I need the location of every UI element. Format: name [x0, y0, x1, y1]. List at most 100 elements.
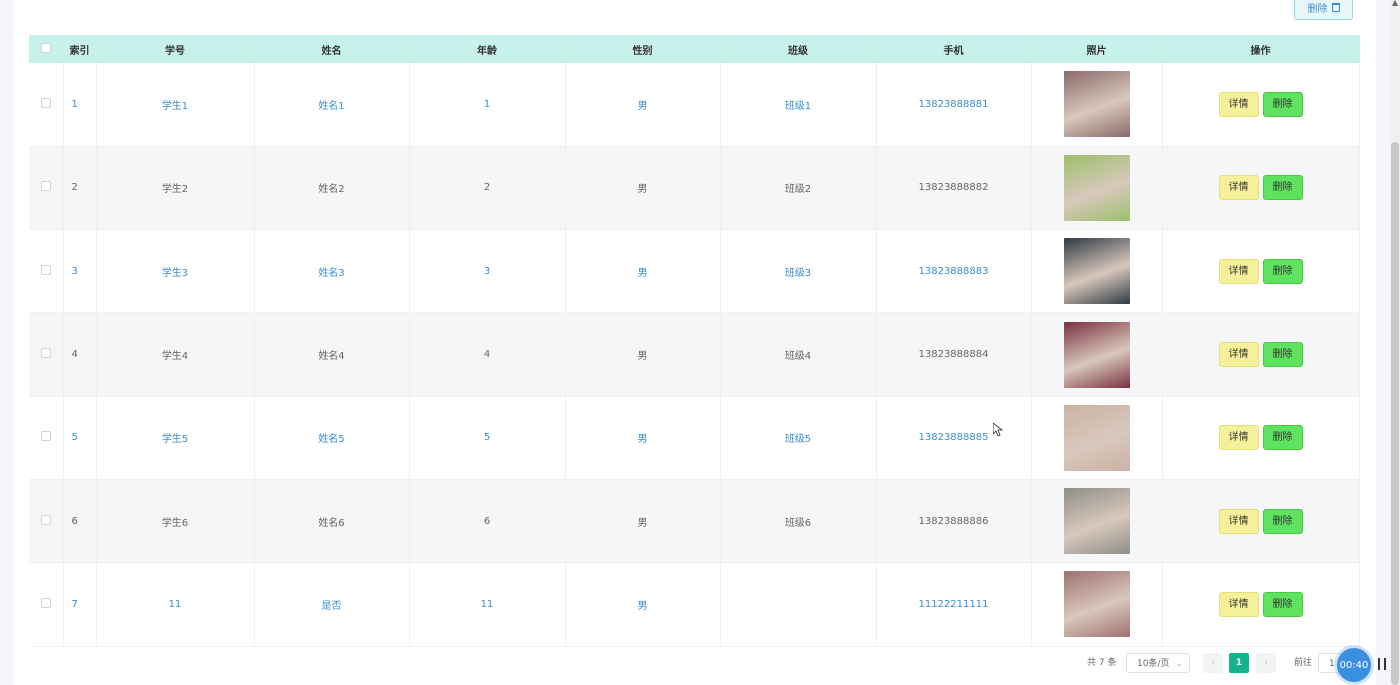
row-checkbox-cell[interactable] [29, 312, 64, 397]
cell-name: 姓名4 [254, 312, 410, 397]
recording-timer[interactable]: 00:40 [1337, 648, 1371, 682]
detail-button[interactable]: 详情 [1218, 591, 1259, 617]
table-row: 4 学生4 姓名4 4 男 班级4 13823888884 详情 删除 [29, 312, 1360, 397]
detail-button[interactable]: 详情 [1218, 258, 1259, 284]
header-age: 年龄 [409, 35, 566, 63]
batch-delete-button[interactable]: 删除 [1294, 0, 1353, 20]
row-checkbox-cell[interactable] [29, 396, 64, 480]
delete-button[interactable]: 删除 [1262, 508, 1303, 534]
cell-phone: 13823888884 [876, 312, 1032, 397]
cell-phone: 13823888885 [876, 396, 1032, 480]
cell-phone: 13823888883 [876, 229, 1032, 314]
header-select-all[interactable] [29, 35, 64, 63]
student-photo[interactable] [1063, 321, 1130, 388]
row-checkbox[interactable] [40, 348, 51, 359]
table-row: 2 学生2 姓名2 2 男 班级2 13823888882 详情 删除 [29, 146, 1360, 231]
cell-phone: 13823888886 [876, 479, 1032, 564]
prev-page-button[interactable]: ‹ [1203, 653, 1223, 673]
cell-index: 6 [63, 479, 97, 564]
cell-gender: 男 [565, 479, 721, 564]
header-student-id: 学号 [96, 35, 255, 63]
detail-button[interactable]: 详情 [1218, 91, 1259, 117]
cell-photo [1031, 312, 1163, 397]
row-checkbox[interactable] [40, 97, 51, 108]
student-photo[interactable] [1063, 571, 1130, 638]
scrollbar-thumb[interactable] [1391, 142, 1399, 685]
student-photo[interactable] [1063, 71, 1130, 138]
detail-button[interactable]: 详情 [1218, 508, 1259, 534]
cell-gender: 男 [565, 229, 721, 314]
row-checkbox[interactable] [40, 514, 51, 525]
cell-student-id: 学生6 [96, 479, 255, 564]
page-size-select[interactable]: 10条/页 ⌄ [1126, 653, 1190, 673]
cell-actions: 详情 删除 [1162, 396, 1360, 480]
cell-age: 6 [409, 479, 566, 564]
cell-index: 3 [63, 229, 97, 314]
header-class: 班级 [720, 35, 877, 63]
row-checkbox-cell[interactable] [29, 562, 64, 647]
detail-button[interactable]: 详情 [1218, 175, 1259, 201]
cell-age: 2 [409, 146, 566, 231]
delete-button[interactable]: 删除 [1262, 258, 1303, 284]
next-page-button[interactable]: › [1256, 653, 1276, 673]
cell-student-id: 学生1 [96, 63, 255, 147]
cell-age: 4 [409, 312, 566, 397]
pagination: 共 7 条 10条/页 ⌄ ‹ 1 › 前往 1 [0, 653, 1400, 675]
cell-name: 姓名1 [254, 63, 410, 147]
row-checkbox-cell[interactable] [29, 229, 64, 314]
row-checkbox[interactable] [40, 431, 51, 442]
delete-button[interactable]: 删除 [1262, 425, 1303, 451]
page: 删除 索引 学号 姓名 年龄 性别 班级 手机 照片 操作 1 学生1 姓名1 … [0, 0, 1400, 685]
header-name: 姓名 [254, 35, 410, 63]
cell-age: 5 [409, 396, 566, 480]
cell-photo [1031, 63, 1163, 147]
row-checkbox-cell[interactable] [29, 63, 64, 147]
header-photo: 照片 [1031, 35, 1163, 63]
batch-delete-label: 删除 [1307, 3, 1328, 15]
delete-button[interactable]: 删除 [1262, 175, 1303, 201]
student-photo[interactable] [1063, 404, 1130, 471]
row-checkbox[interactable] [40, 181, 51, 192]
row-checkbox-cell[interactable] [29, 146, 64, 231]
delete-button[interactable]: 删除 [1262, 591, 1303, 617]
detail-button[interactable]: 详情 [1218, 342, 1259, 368]
cell-index: 1 [63, 63, 97, 147]
cell-class: 班级1 [720, 63, 877, 147]
select-all-checkbox[interactable] [40, 42, 51, 53]
row-checkbox-cell[interactable] [29, 479, 64, 564]
cell-photo [1031, 479, 1163, 564]
delete-button[interactable]: 删除 [1262, 342, 1303, 368]
cell-gender: 男 [565, 396, 721, 480]
pause-icon[interactable] [1378, 658, 1390, 670]
row-checkbox[interactable] [40, 264, 51, 275]
students-table: 索引 学号 姓名 年龄 性别 班级 手机 照片 操作 1 学生1 姓名1 1 男… [29, 35, 1360, 647]
cell-student-id: 学生4 [96, 312, 255, 397]
cell-phone: 13823888882 [876, 146, 1032, 231]
cell-actions: 详情 删除 [1162, 562, 1360, 647]
header-index: 索引 [63, 35, 97, 63]
header-gender: 性别 [565, 35, 721, 63]
scroll-up-icon[interactable]: ▲ [1392, 0, 1398, 7]
cell-gender: 男 [565, 63, 721, 147]
header-phone: 手机 [876, 35, 1032, 63]
delete-button[interactable]: 删除 [1262, 91, 1303, 117]
cell-index: 4 [63, 312, 97, 397]
student-photo[interactable] [1063, 238, 1130, 305]
cell-index: 7 [63, 562, 97, 647]
cell-gender: 男 [565, 312, 721, 397]
cell-name: 姓名2 [254, 146, 410, 231]
detail-button[interactable]: 详情 [1218, 425, 1259, 451]
cell-name: 姓名5 [254, 396, 410, 480]
goto-label: 前往 [1294, 658, 1313, 668]
student-photo[interactable] [1063, 154, 1130, 221]
cell-student-id: 11 [96, 562, 255, 647]
cell-phone: 13823888881 [876, 63, 1032, 147]
row-checkbox[interactable] [40, 597, 51, 608]
table-row: 7 11 是否 11 男 11122211111 详情 删除 [29, 562, 1360, 647]
student-photo[interactable] [1063, 488, 1130, 555]
cell-student-id: 学生3 [96, 229, 255, 314]
cell-class [720, 562, 877, 647]
header-actions: 操作 [1162, 35, 1360, 63]
table-row: 5 学生5 姓名5 5 男 班级5 13823888885 详情 删除 [29, 396, 1360, 480]
page-number-current[interactable]: 1 [1229, 653, 1249, 673]
